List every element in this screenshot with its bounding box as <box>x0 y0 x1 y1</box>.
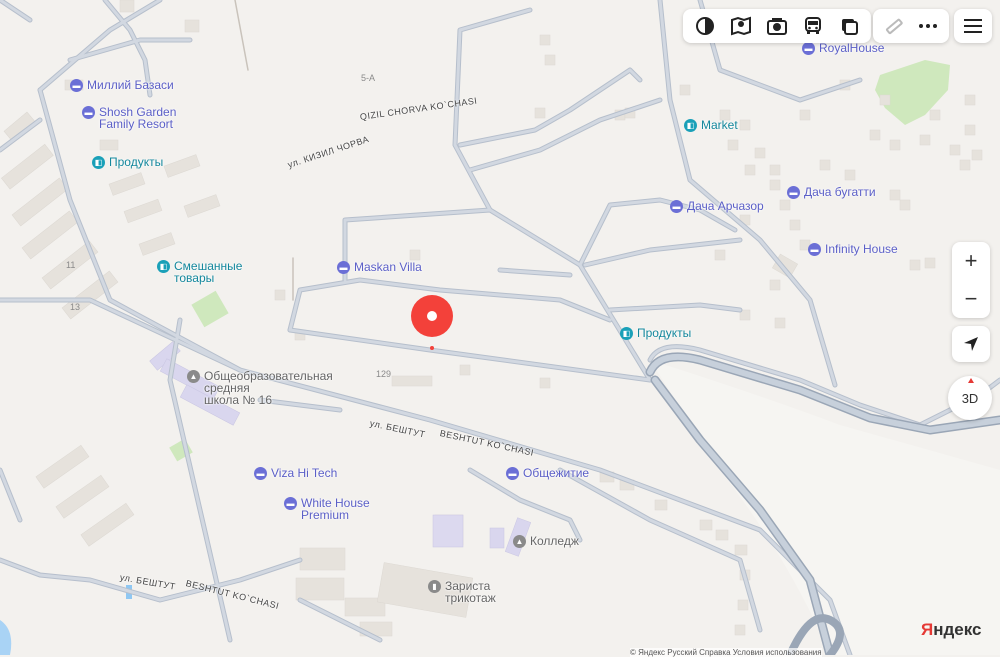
transit-icon[interactable] <box>795 9 831 43</box>
poi-produkty-2[interactable]: ◧ Продукты <box>620 327 691 340</box>
bed-icon: ▬ <box>82 106 95 119</box>
graduation-cap-icon: ▲ <box>513 535 526 548</box>
poi-zarista-trikotazh[interactable]: ▮ Зариста трикотаж <box>428 580 496 604</box>
poi-school-16[interactable]: ▲ Общеобразовательная средняя школа № 16 <box>187 370 333 406</box>
bed-icon: ▬ <box>808 243 821 256</box>
shopping-bag-icon: ◧ <box>684 119 697 132</box>
house-number: 5-А <box>361 73 376 83</box>
poi-infinity-house[interactable]: ▬ Infinity House <box>808 243 898 256</box>
hamburger-icon <box>964 19 982 33</box>
menu-button[interactable] <box>954 9 992 43</box>
traffic-icon[interactable] <box>831 9 867 43</box>
map-tools-toolbar <box>873 9 949 43</box>
bed-icon: ▬ <box>337 261 350 274</box>
bed-icon: ▬ <box>70 79 83 92</box>
poi-produkty-1[interactable]: ◧ Продукты <box>92 156 163 169</box>
house-number: 13 <box>70 302 81 312</box>
poi-viza-hi-tech[interactable]: ▬ Viza Hi Tech <box>254 467 337 480</box>
poi-maskan-villa[interactable]: ▬ Maskan Villa <box>337 261 422 274</box>
yandex-logo: Яндекс <box>921 620 982 639</box>
layers-icon[interactable] <box>687 9 723 43</box>
more-icon[interactable] <box>911 9 945 43</box>
poi-kolledzh[interactable]: ▲ Колледж <box>513 535 579 548</box>
poi-milliy-bazasi[interactable]: ▬ Миллий Базаси <box>70 79 174 92</box>
poi-shosh-garden[interactable]: ▬ Shosh Garden Family Resort <box>82 106 176 130</box>
bed-icon: ▬ <box>787 186 800 199</box>
map-layers-toolbar <box>683 9 871 43</box>
factory-icon: ▮ <box>428 580 441 593</box>
photo-icon[interactable] <box>759 9 795 43</box>
poi-dacha-bugatti[interactable]: ▬ Дача бугатти <box>787 186 876 199</box>
shopping-bag-icon: ◧ <box>157 260 170 273</box>
poi-dacha-archazor[interactable]: ▬ Дача Арчазор <box>670 200 764 213</box>
shopping-bag-icon: ◧ <box>92 156 105 169</box>
map-footer: © Яндекс Русский Справка Условия использ… <box>630 648 822 657</box>
house-number: 129 <box>376 369 392 379</box>
locate-me-button[interactable] <box>952 326 990 362</box>
map-canvas[interactable] <box>0 0 1000 655</box>
poi-white-house-premium[interactable]: ▬ White House Premium <box>284 497 370 521</box>
bed-icon: ▬ <box>254 467 267 480</box>
poi-obshchezhitie[interactable]: ▬ Общежитие <box>506 467 589 480</box>
poi-market[interactable]: ◧ Market <box>684 119 738 132</box>
bed-icon: ▬ <box>284 497 297 510</box>
bed-icon: ▬ <box>670 200 683 213</box>
poi-royalhouse[interactable]: ▬ RoyalHouse <box>802 42 884 55</box>
panorama-icon[interactable] <box>723 9 759 43</box>
zoom-out-button[interactable]: − <box>952 280 990 318</box>
ruler-icon[interactable] <box>877 9 911 43</box>
navigation-arrow-icon <box>964 337 978 351</box>
poi-smeshannye-tovary[interactable]: ◧ Смешанные товары <box>157 260 242 284</box>
zoom-control: + − <box>952 242 990 318</box>
3d-view-button[interactable]: 3D <box>948 376 992 420</box>
bed-icon: ▬ <box>506 467 519 480</box>
bed-icon: ▬ <box>802 42 815 55</box>
house-number: 11 <box>66 260 76 270</box>
zoom-in-button[interactable]: + <box>952 242 990 280</box>
school-icon: ▲ <box>187 370 200 383</box>
shopping-bag-icon: ◧ <box>620 327 633 340</box>
compass-needle-icon <box>968 378 974 383</box>
